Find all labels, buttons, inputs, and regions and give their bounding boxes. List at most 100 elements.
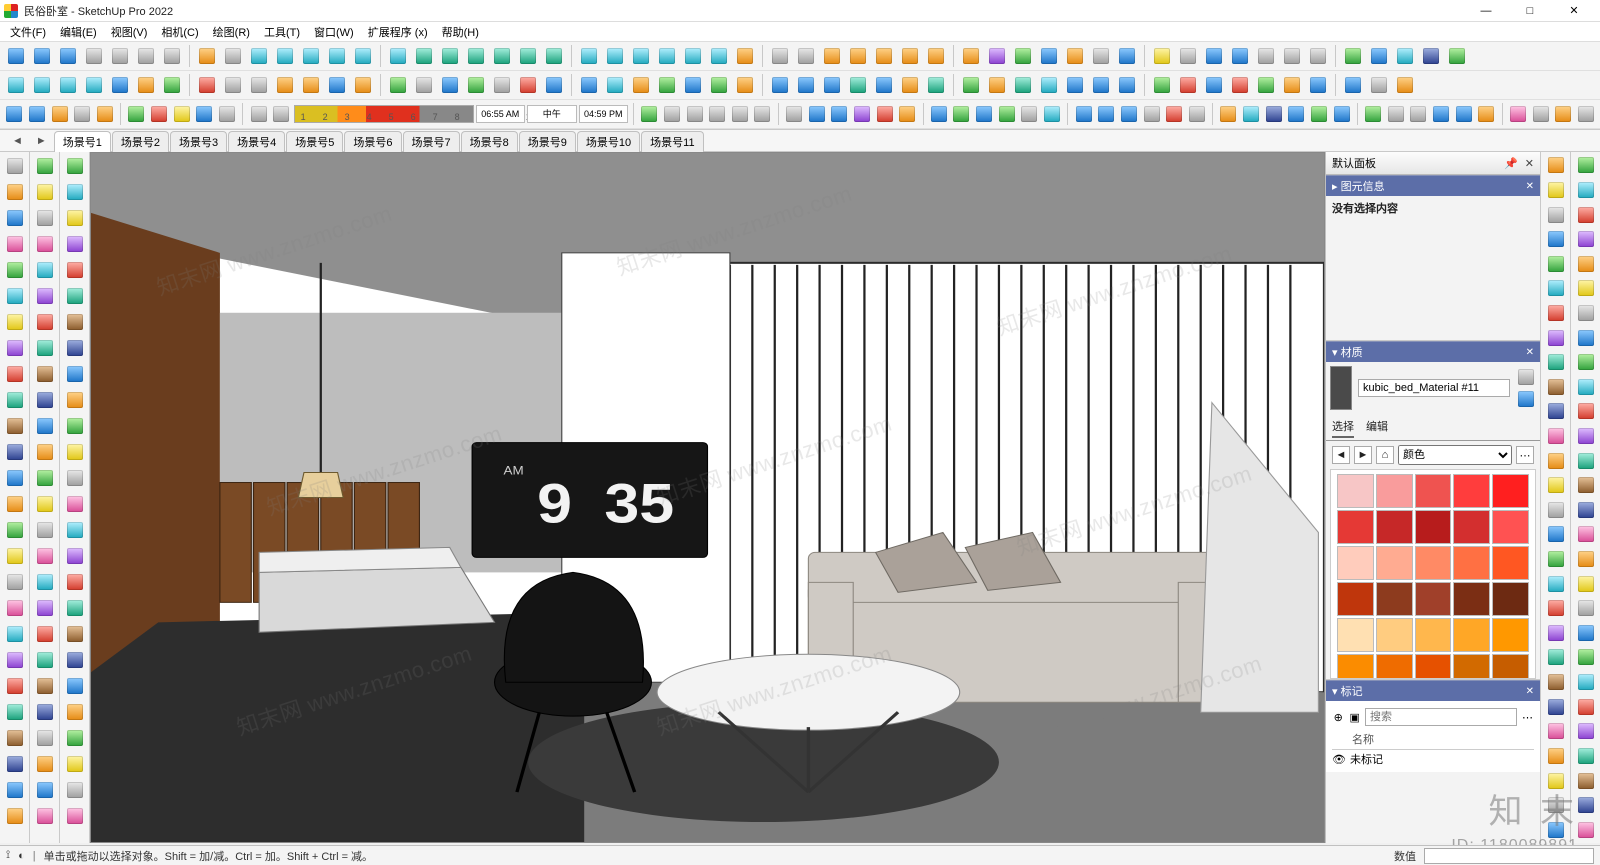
section-button[interactable] [3,752,27,776]
toolbar-button[interactable] [56,73,80,97]
plugin-t-button[interactable] [1574,720,1598,743]
outer-shell-button[interactable] [33,336,57,360]
material-swatch[interactable] [1453,474,1490,508]
menu-item[interactable]: 编辑(E) [54,24,103,40]
toolbar-button[interactable] [1445,44,1469,68]
toolbar-button[interactable] [542,44,566,68]
toolbar-button[interactable] [516,73,540,97]
measure-input[interactable] [1424,848,1594,864]
toolbar-button[interactable] [221,73,245,97]
toolbar-button[interactable] [1202,44,1226,68]
toolbar-button[interactable] [733,44,757,68]
toolbar-button[interactable] [248,102,269,126]
scene-next-button[interactable]: ► [30,135,53,147]
plugin-c-button[interactable] [1574,302,1598,325]
plugin-4-button[interactable] [1574,179,1598,202]
toolbar-button[interactable] [1309,102,1330,126]
toolbar-button[interactable] [82,73,106,97]
text-button[interactable] [63,414,87,438]
scale-button[interactable] [3,466,27,490]
toolbar-button[interactable] [1341,73,1365,97]
toolbar-button[interactable] [639,102,660,126]
tape-button[interactable] [63,362,87,386]
toolbar-button[interactable] [221,44,245,68]
plugin-m-button[interactable] [1544,449,1568,472]
toolbar-button[interactable] [1508,102,1529,126]
toolbar-button[interactable] [1367,73,1391,97]
menu-item[interactable]: 扩展程序 (x) [362,24,434,40]
material-swatch[interactable] [1376,546,1413,580]
toolbar-button[interactable] [784,102,805,126]
offset-button[interactable] [3,388,27,412]
toolbar-button[interactable] [959,73,983,97]
toolbar-button[interactable] [629,44,653,68]
plugin-g-button[interactable] [1544,302,1568,325]
line-button[interactable] [33,752,57,776]
toolbar-button[interactable] [829,102,850,126]
toolbar-button[interactable] [794,73,818,97]
toolbar-button[interactable] [1306,44,1330,68]
pan-button[interactable] [3,674,27,698]
plugin-t-button[interactable] [1544,622,1568,645]
toolbar-button[interactable] [72,102,93,126]
toolbar-button[interactable] [464,44,488,68]
plugin-e-button[interactable] [1544,252,1568,275]
plugin-f-button[interactable] [1574,375,1598,398]
menu-item[interactable]: 相机(C) [155,24,204,40]
plugin-r-button[interactable] [1574,671,1598,694]
panel-close-icon[interactable]: ✕ [1526,347,1534,358]
scene-tab[interactable]: 场景号3 [170,131,227,152]
rectangle-button[interactable] [3,310,27,334]
material-swatch[interactable] [1376,654,1413,679]
scene-prev-button[interactable]: ◄ [6,135,29,147]
toolbar-button[interactable] [1363,102,1384,126]
material-swatch[interactable] [1337,546,1374,580]
material-swatch[interactable] [1492,618,1529,652]
plugin-w-button[interactable] [1544,695,1568,718]
toolbar-button[interactable] [1063,73,1087,97]
toolbar-button[interactable] [1037,44,1061,68]
line-button[interactable] [3,206,27,230]
toolbar-button[interactable] [1150,44,1174,68]
material-swatch[interactable] [1453,510,1490,544]
arc-button[interactable] [3,258,27,282]
panel-close-icon[interactable]: ✕ [1526,181,1534,192]
sandbox1-button[interactable] [33,180,57,204]
toolbar-button[interactable] [325,73,349,97]
toolbar-button[interactable] [108,73,132,97]
rotate-button[interactable] [3,440,27,464]
plugin-j-button[interactable] [1544,375,1568,398]
material-create-button[interactable] [1516,367,1536,387]
toolbar-button[interactable] [874,102,895,126]
text-button[interactable] [3,544,27,568]
toolbar-button[interactable] [603,44,627,68]
scene-tab[interactable]: 场景号5 [286,131,343,152]
plugin-6-button[interactable] [1574,228,1598,251]
toolbar-button[interactable] [1176,44,1200,68]
material-swatch[interactable] [1337,510,1374,544]
material-swatch[interactable] [1492,510,1529,544]
toolbar-button[interactable] [1576,102,1597,126]
toolbar-button[interactable] [1393,44,1417,68]
material-preview-swatch[interactable] [1330,366,1352,410]
material-swatch[interactable] [1415,618,1452,652]
toolbar-button[interactable] [846,73,870,97]
scene-tab[interactable]: 场景号10 [577,131,640,152]
material-swatch[interactable] [1415,582,1452,616]
plugin-m-button[interactable] [1574,548,1598,571]
menu-item[interactable]: 窗口(W) [308,24,360,40]
material-tab-select[interactable]: 选择 [1332,416,1354,438]
shadow-time-mid[interactable]: 中午 [527,105,576,123]
plugin-q-button[interactable] [1544,548,1568,571]
panel-entity-info-header[interactable]: ▸ 图元信息 ✕ [1326,175,1540,196]
rotate-button[interactable] [63,310,87,334]
toolbar-button[interactable] [928,102,949,126]
toolbar-button[interactable] [1453,102,1474,126]
scene-tab[interactable]: 场景号1 [54,131,111,152]
rectangle-button[interactable] [63,180,87,204]
trim-button[interactable] [33,440,57,464]
circle-button[interactable] [3,336,27,360]
eraser-button[interactable] [3,180,27,204]
plugin-o-button[interactable] [1574,597,1598,620]
toolbar-button[interactable] [27,102,48,126]
